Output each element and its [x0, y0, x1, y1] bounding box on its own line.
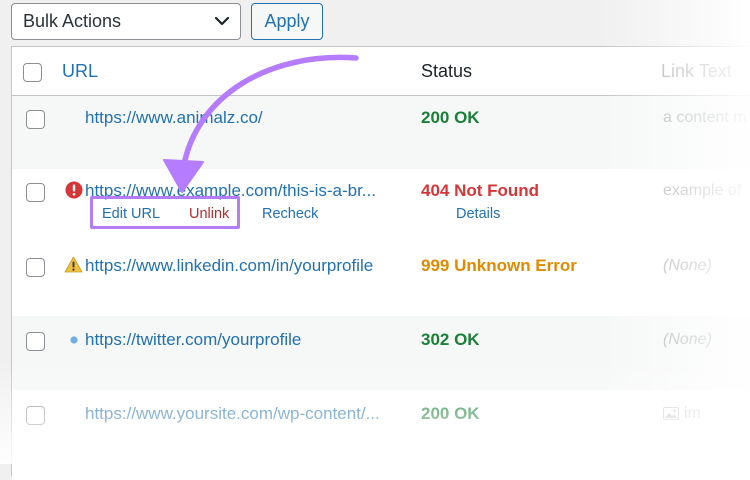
- error-icon: [65, 181, 83, 199]
- status-text: 999 Unknown Error: [421, 256, 577, 275]
- link-text: a content m: [663, 109, 747, 126]
- table-row: https://twitter.com/yourprofile 302 OK (…: [12, 316, 750, 390]
- chevron-down-icon: [214, 16, 230, 26]
- links-table: URL Status Link Text https://www.animalz…: [11, 46, 750, 480]
- row-checkbox[interactable]: [26, 183, 45, 202]
- link-text: (None): [663, 331, 712, 348]
- recheck-link[interactable]: Recheck: [262, 206, 318, 222]
- link-text: im: [684, 405, 701, 422]
- status-text: 302 OK: [421, 330, 480, 349]
- link-text: (None): [663, 257, 712, 274]
- link-text: example of: [663, 182, 742, 199]
- status-text: 200 OK: [421, 404, 480, 423]
- warning-icon: [64, 256, 83, 273]
- details-link[interactable]: Details: [456, 206, 500, 222]
- bulk-actions-selected-value: Bulk Actions: [23, 11, 122, 31]
- link-url[interactable]: https://www.animalz.co/: [85, 108, 263, 128]
- link-text-column-header: Link Text: [661, 61, 732, 81]
- status-text: 404 Not Found: [421, 181, 540, 200]
- row-actions-highlight: [90, 196, 240, 229]
- table-header: URL Status Link Text: [12, 47, 750, 96]
- link-url[interactable]: https://www.linkedin.com/in/yourprofile: [85, 256, 373, 276]
- row-checkbox[interactable]: [26, 110, 45, 129]
- table-row: https://www.yoursite.com/wp-content/... …: [12, 390, 750, 480]
- link-url[interactable]: https://twitter.com/yourprofile: [85, 330, 301, 350]
- apply-button[interactable]: Apply: [251, 3, 323, 40]
- row-checkbox[interactable]: [26, 258, 45, 277]
- status-column-header: Status: [421, 61, 473, 81]
- row-checkbox[interactable]: [26, 332, 45, 351]
- dot-icon: [70, 336, 78, 344]
- table-row: https://www.linkedin.com/in/yourprofile …: [12, 242, 750, 316]
- bulk-actions-select[interactable]: Bulk Actions: [11, 3, 241, 40]
- select-all-checkbox[interactable]: [23, 63, 42, 82]
- link-url[interactable]: https://www.yoursite.com/wp-content/...: [85, 404, 380, 424]
- table-row: https://www.animalz.co/ 200 OK a content…: [12, 96, 750, 169]
- row-checkbox[interactable]: [26, 406, 45, 425]
- image-icon: [663, 407, 679, 420]
- status-text: 200 OK: [421, 108, 480, 127]
- url-column-header[interactable]: URL: [62, 61, 98, 82]
